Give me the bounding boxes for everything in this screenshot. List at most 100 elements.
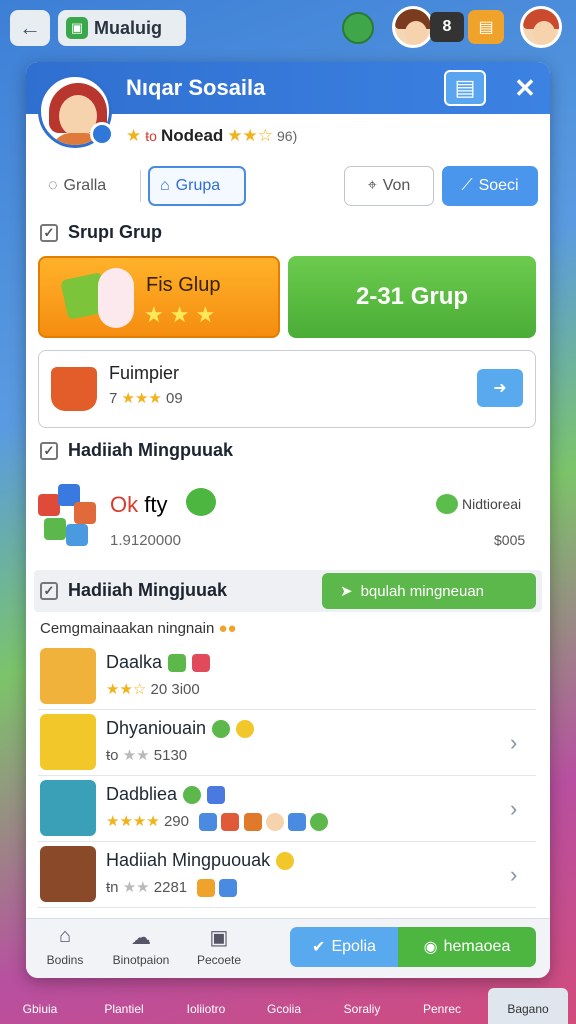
list-item-name-text: Dadbliea [106,784,178,804]
gift-icon [207,785,226,804]
tab-label: Gralla [63,177,107,194]
avatar [40,714,96,770]
list-item[interactable]: Dadbliea ★★★★ 290 › [38,776,536,842]
group-icon: ⌂ [160,177,170,194]
orange-group-card[interactable]: Fis Glup ★★★ [38,256,280,338]
cube-icon [243,813,262,832]
user-avatar[interactable] [520,6,562,48]
rating-value: 96) [277,128,298,144]
face-icon [265,813,284,832]
tab-grupa[interactable]: ⌂ Grupa [148,166,246,206]
smile-icon [183,785,202,804]
list-item-sub: ★★★★ 290 [106,812,329,832]
list-item-name: Daalka [106,652,211,673]
pin-icon: ⌖ [367,177,377,194]
panel-bottom-bar: ⌂ Bodins ☁ Binotpaion ▣ Pecoete ✔ Epolia… [26,918,550,978]
footer-item-active[interactable]: Bagano [488,988,568,1024]
list-item[interactable]: Daalka ★★☆ 20 3i00 [38,644,536,710]
item-card[interactable]: Fuimpier 7 ★★★ 09 ➜ [38,350,536,428]
footer-item[interactable]: Penrec [402,1002,482,1016]
chat-icon: ◌ [48,177,58,194]
chevron-right-icon[interactable]: › [510,796,517,822]
item-name: Fuimpier [109,363,180,383]
footer-item[interactable]: Plantiel [84,1002,164,1016]
message-button-label: hemaoea [443,938,511,955]
smile-icon [236,719,255,738]
reward-row[interactable]: Ok fty 1.9120000 Nidtioreai $005 [38,480,536,570]
app-title: Mualuig [94,17,162,38]
leaf-icon [310,813,329,832]
wand-icon: ⟋ [461,177,473,194]
app-title-chip: ▣ Mualuig [58,10,186,46]
nav-label: Bodins [46,953,84,967]
item-meta-stars: ★★★ [121,390,162,407]
footer-item[interactable]: Gcoiia [244,1002,324,1016]
star-icon: ★ [126,126,142,145]
footer-item[interactable]: Gbiuia [0,1002,80,1016]
tab-von[interactable]: ⌖ Von [344,166,434,206]
chevron-right-icon[interactable]: › [510,730,517,756]
profile-rating: ★ ŧo Nodead ★★☆ 96) [126,126,297,146]
coin-icon: ●● [218,620,237,637]
list-item-name-text: Daalka [106,652,163,672]
tab-soeci[interactable]: ⟋ Soeci [442,166,538,206]
book-button[interactable]: ▤ [468,10,504,44]
cloud-icon: ☁ [131,927,151,949]
list-item-sub: ŧo ★★ 5130 [106,746,187,764]
list-item-sub-text: 20 3i00 [150,681,200,698]
accept-button[interactable]: ✔ Epolia [290,927,398,967]
orange-card-label: Fis Glup [146,274,221,296]
footer-item[interactable]: Soraliy [322,1002,402,1016]
cube-icon [287,813,306,832]
document-button[interactable]: ▤ [444,70,486,106]
cube-icon [199,813,218,832]
accept-button-label: Epolia [331,938,376,955]
nav-binotpaion[interactable]: ☁ Binotpaion [106,925,176,967]
gem-icon[interactable] [342,12,374,44]
list-item-stars: ★★☆ [106,681,147,698]
list-item-sub: ★★☆ 20 3i00 [106,680,200,698]
profile-panel: Nıqar Sosaila ▤ ✕ ★ ŧo Nodead ★★☆ 96) ◌ … [26,62,550,978]
green-card-label: 2-31 Grup [355,283,469,310]
list-item-sub-text: 5130 [153,747,188,764]
green-group-card[interactable]: 2-31 Grup [288,256,536,338]
avatar [40,780,96,836]
claim-section-heading: ✓ Hadiiah Mingjuuak [40,580,227,601]
list-item-name-text: Dhyaniouain [106,718,207,738]
chevron-right-icon[interactable]: › [510,862,517,888]
gift-icon [192,653,211,672]
cup-icon [219,879,238,898]
rating-prefix: ŧo [145,128,157,144]
tab-gralla[interactable]: ◌ Gralla [38,166,134,206]
checkbox-icon[interactable]: ✓ [40,581,58,600]
footer-item[interactable]: Ioliiotro [166,1002,246,1016]
list-item[interactable]: Hadiiah Mingpuouak ŧn ★★ 2281 › [38,842,536,908]
reward-section-heading: ✓ Hadiiah Mingpuuak [40,440,233,461]
list-item-name: Dhyaniouain [106,718,255,739]
rating-title: Nodead [160,126,224,145]
friend-avatar[interactable] [392,6,434,48]
nav-label: Pecoete [196,953,242,967]
home-icon: ⌂ [58,925,72,947]
close-icon: ✕ [514,72,536,103]
chat-bubble-icon[interactable] [186,488,216,516]
close-button[interactable]: ✕ [504,70,546,106]
list-item-sub-text: 2281 [153,879,188,896]
list-item-sub-prefix: ŧn [106,879,119,896]
item-action-button[interactable]: ➜ [477,369,523,407]
message-button[interactable]: ◉ hemaoea [398,927,536,967]
smile-icon [212,719,231,738]
nav-bodins[interactable]: ⌂ Bodins [30,925,100,967]
checkbox-icon[interactable]: ✓ [40,441,58,460]
document-icon: ▤ [454,75,476,100]
gamepad-icon: ▣ [209,927,229,949]
nav-pecoete[interactable]: ▣ Pecoete [184,925,254,967]
leaf-icon [168,653,187,672]
list-item[interactable]: Dhyaniouain ŧo ★★ 5130 › [38,710,536,776]
claim-button[interactable]: ➤ bqulah mingneuan [322,573,536,609]
play-icon: ➤ [340,583,353,600]
back-button[interactable]: ← [10,10,50,46]
checkbox-icon[interactable]: ✓ [40,223,58,242]
reward-value: Ok fty [110,492,167,518]
verified-badge-icon [90,122,114,146]
